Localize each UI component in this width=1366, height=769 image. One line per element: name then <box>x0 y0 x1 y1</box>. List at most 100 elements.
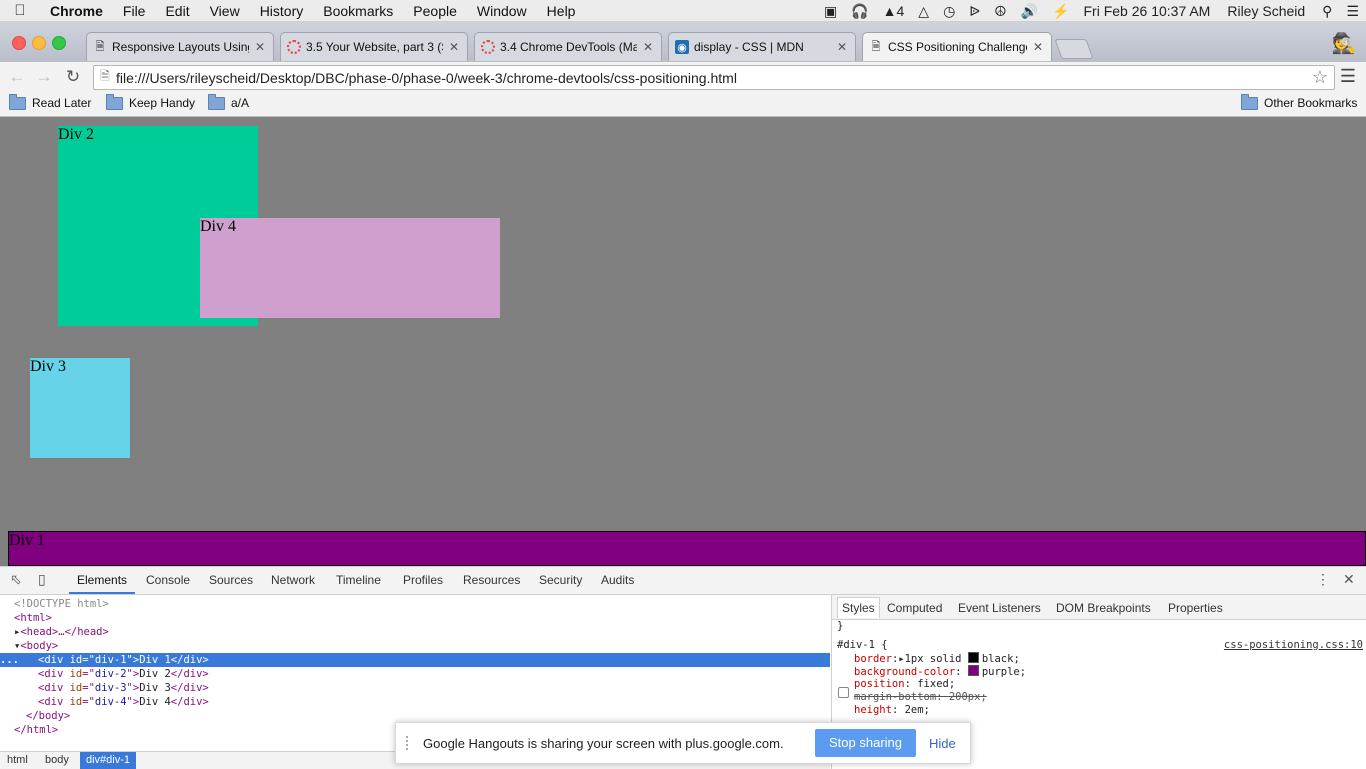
dom-div-1-selected[interactable]: ... <div id="div-1">Div 1</div> <box>0 653 830 667</box>
tab-dom-breakpoints[interactable]: DOM Breakpoints <box>1056 601 1151 615</box>
notification-center-icon[interactable]: ☰ <box>1339 3 1366 20</box>
headphones-icon[interactable]: 🎧 <box>844 3 875 20</box>
tab-elements[interactable]: Elements <box>68 573 136 594</box>
prop-border[interactable]: border:▸1px solid black; <box>837 652 1020 665</box>
div-1-box[interactable]: Div 1 <box>8 531 1366 566</box>
drive-icon[interactable]: △ <box>911 3 936 20</box>
tab-sources[interactable]: Sources <box>209 573 253 587</box>
bookmark-folder-read-later[interactable]: Read Later <box>9 93 91 110</box>
tab-styles[interactable]: Styles <box>837 597 880 618</box>
new-tab-button[interactable] <box>1054 39 1094 59</box>
bluetooth-icon[interactable]: ᐉ <box>962 3 987 20</box>
user-name[interactable]: Riley Scheid <box>1217 3 1315 19</box>
wifi-icon[interactable]: ☮ <box>987 3 1014 20</box>
close-devtools-icon[interactable]: ✕ <box>1343 571 1355 588</box>
close-tab-icon[interactable]: ✕ <box>447 40 461 54</box>
tab-responsive-layouts[interactable]: 🗎 Responsive Layouts Using ✕ <box>86 32 274 61</box>
hide-link[interactable]: Hide <box>929 736 956 751</box>
dom-div-4[interactable]: <div id="div-4">Div 4</div> <box>0 695 868 709</box>
more-options-icon[interactable]: ⋮ <box>1316 571 1330 588</box>
dom-body-close[interactable]: </body> <box>0 709 856 723</box>
address-bar[interactable]: 🗎 file:///Users/rileyscheid/Desktop/DBC/… <box>93 65 1335 90</box>
menu-file[interactable]: File <box>113 3 156 19</box>
tab-network[interactable]: Network <box>271 573 315 587</box>
tab-chrome-devtools[interactable]: 3.4 Chrome DevTools (Man ✕ <box>474 32 662 61</box>
close-tab-icon[interactable]: ✕ <box>835 40 849 54</box>
spotlight-search-icon[interactable]: ⚲ <box>1315 3 1339 20</box>
prop-background-color[interactable]: background-color: purple; <box>837 665 1026 678</box>
prop-height[interactable]: height: 2em; <box>837 704 930 717</box>
menu-view[interactable]: View <box>200 3 250 19</box>
prop-position[interactable]: position: fixed; <box>837 678 955 691</box>
apple-menu-icon[interactable]:  <box>0 2 40 19</box>
crumb-body[interactable]: body <box>45 754 69 766</box>
clock[interactable]: Fri Feb 26 10:37 AM <box>1077 3 1218 19</box>
profile-avatar-icon[interactable]: 🕵 <box>1328 28 1360 60</box>
screen-share-status-icon[interactable]: ▣ <box>817 3 844 20</box>
menu-chrome[interactable]: Chrome <box>40 3 113 19</box>
page-info-icon[interactable]: 🗎 <box>94 67 116 88</box>
tab-computed[interactable]: Computed <box>887 601 942 615</box>
volume-icon[interactable]: 🔊 <box>1014 3 1045 20</box>
bookmark-folder-other[interactable]: Other Bookmarks <box>1241 93 1357 110</box>
document-icon: 🗎 <box>871 40 881 53</box>
dom-doctype[interactable]: <!DOCTYPE html> <box>0 597 844 611</box>
bookmark-star-icon[interactable]: ☆ <box>1306 67 1334 88</box>
tab-timeline[interactable]: Timeline <box>336 573 381 587</box>
time-machine-icon[interactable]: ◷ <box>936 3 962 20</box>
div-3-box[interactable]: Div 3 <box>30 358 130 458</box>
menu-history[interactable]: History <box>250 3 314 19</box>
adobe-status-icon[interactable]: ▲4 <box>876 3 912 19</box>
close-window-icon[interactable] <box>12 36 26 50</box>
tab-security[interactable]: Security <box>539 573 582 587</box>
close-tab-icon[interactable]: ✕ <box>253 40 267 54</box>
crumb-div-1[interactable]: div#div-1 <box>80 752 137 769</box>
color-swatch[interactable] <box>967 665 979 676</box>
rule-selector[interactable]: #div-1 { <box>837 639 888 652</box>
rule-source-link[interactable]: css-positioning.css:10 <box>1224 639 1363 651</box>
battery-icon[interactable]: ⚡ <box>1045 3 1076 20</box>
color-swatch[interactable] <box>967 652 979 663</box>
prop-margin-bottom[interactable]: margin-bottom: 200px; <box>837 691 987 704</box>
inspect-element-icon[interactable]: ⬁ <box>10 571 22 588</box>
tab-profiles[interactable]: Profiles <box>403 573 443 587</box>
div-4-box[interactable]: Div 4 <box>200 218 500 318</box>
crumb-html[interactable]: html <box>7 754 28 766</box>
tab-display-css-mdn[interactable]: ◉ display - CSS | MDN ✕ <box>668 32 856 61</box>
dom-html-open[interactable]: <html> <box>0 611 844 625</box>
tag-text: <div <box>38 696 70 708</box>
tag-text: <html> <box>14 612 52 624</box>
dom-body-open[interactable]: ▾<body> <box>0 639 844 653</box>
tab-your-website[interactable]: 3.5 Your Website, part 3 (S ✕ <box>280 32 468 61</box>
minimize-window-icon[interactable] <box>32 36 46 50</box>
menu-help[interactable]: Help <box>537 3 586 19</box>
tab-console[interactable]: Console <box>146 573 190 587</box>
back-arrow-icon[interactable]: ← <box>6 66 28 88</box>
zoom-window-icon[interactable] <box>52 36 66 50</box>
close-tab-icon[interactable]: ✕ <box>641 40 655 54</box>
loading-spinner-icon <box>287 40 301 54</box>
menu-window[interactable]: Window <box>467 3 537 19</box>
chrome-menu-icon[interactable]: ☰ <box>1340 66 1356 87</box>
dom-div-2[interactable]: <div id="div-2">Div 2</div> <box>0 667 868 681</box>
dom-div-3[interactable]: <div id="div-3">Div 3</div> <box>0 681 868 695</box>
close-tab-icon[interactable]: ✕ <box>1031 40 1045 54</box>
url-text[interactable]: file:///Users/rileyscheid/Desktop/DBC/ph… <box>116 70 1306 86</box>
bookmark-folder-keep-handy[interactable]: Keep Handy <box>106 93 195 110</box>
menu-bookmarks[interactable]: Bookmarks <box>313 3 403 19</box>
menu-edit[interactable]: Edit <box>155 3 199 19</box>
stop-sharing-button[interactable]: Stop sharing <box>815 729 916 757</box>
dom-head[interactable]: ▸<head>…</head> <box>0 625 844 639</box>
tab-audits[interactable]: Audits <box>601 573 634 587</box>
drag-handle-icon[interactable] <box>406 736 414 750</box>
bookmark-folder-aa[interactable]: a/A <box>208 93 249 110</box>
tab-resources[interactable]: Resources <box>463 573 520 587</box>
tab-css-positioning-challenge[interactable]: 🗎 CSS Positioning Challenge ✕ <box>862 32 1052 61</box>
attr-value: div-3 <box>94 682 127 694</box>
reload-icon[interactable]: ↻ <box>62 66 84 88</box>
tab-properties[interactable]: Properties <box>1168 601 1223 615</box>
device-mode-icon[interactable]: ▯ <box>38 571 46 588</box>
tab-event-listeners[interactable]: Event Listeners <box>958 601 1041 615</box>
forward-arrow-icon[interactable]: → <box>33 66 55 88</box>
menu-people[interactable]: People <box>403 3 467 19</box>
